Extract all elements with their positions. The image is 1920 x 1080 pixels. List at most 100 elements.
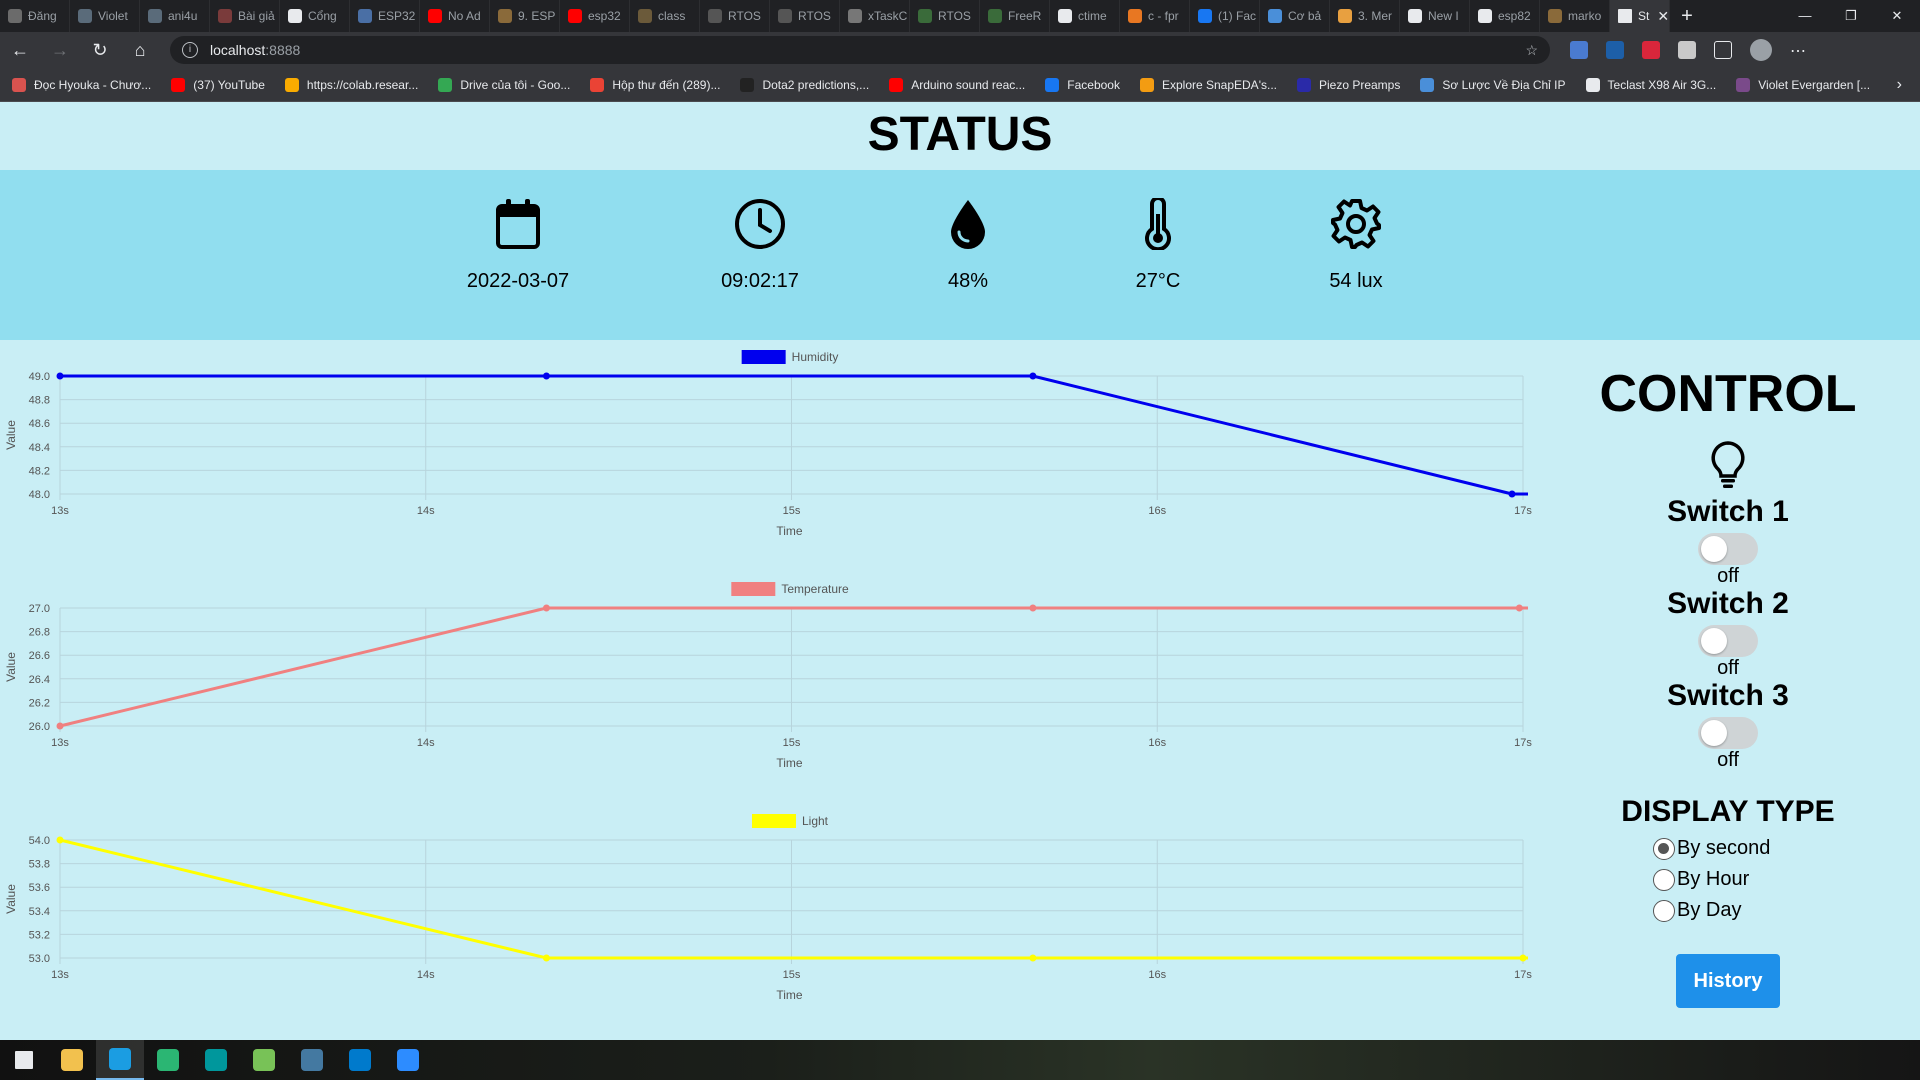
browser-tab[interactable]: ESP32 bbox=[350, 0, 420, 32]
legend-swatch[interactable] bbox=[751, 814, 796, 828]
translate-extension-icon[interactable] bbox=[1570, 41, 1588, 59]
taskbar-vscode[interactable] bbox=[336, 1040, 384, 1080]
data-point[interactable] bbox=[542, 372, 550, 380]
bookmark-item[interactable]: Explore SnapEDA's... bbox=[1139, 77, 1277, 92]
radio-button-checked[interactable] bbox=[1653, 837, 1675, 860]
bookmark-item[interactable]: (37) YouTube bbox=[171, 77, 265, 92]
history-button[interactable]: History bbox=[1676, 954, 1780, 1008]
legend-label[interactable]: Temperature bbox=[781, 582, 849, 596]
restore-button[interactable]: ❐ bbox=[1828, 0, 1874, 32]
bookmark-item[interactable]: Sơ Lược Về Địa Chỉ IP bbox=[1420, 77, 1566, 92]
browser-tab[interactable]: 9. ESP bbox=[490, 0, 560, 32]
temperature-chart: 27.0 26.8 26.6 26.4 26.2 26.013s 14s 15s 16s 17s T… bbox=[4, 582, 1532, 770]
browser-tab[interactable]: ani4u bbox=[140, 0, 210, 32]
browser-tab[interactable]: esp32 bbox=[560, 0, 630, 32]
forward-button[interactable]: → bbox=[40, 40, 80, 61]
bookmark-item[interactable]: Piezo Preamps bbox=[1296, 77, 1400, 92]
browser-tab[interactable]: Violet bbox=[70, 0, 140, 32]
profile-avatar[interactable] bbox=[1750, 39, 1772, 61]
bookmark-item[interactable]: https://colab.resear... bbox=[284, 77, 418, 92]
bookmark-item[interactable]: Đọc Hyouka - Chươ... bbox=[12, 77, 151, 92]
tab-active[interactable]: St ✕ bbox=[1610, 0, 1670, 32]
browser-tab[interactable]: Cơ bả bbox=[1260, 0, 1330, 32]
legend-label[interactable]: Humidity bbox=[792, 350, 839, 364]
radio-by-second[interactable]: By second bbox=[1653, 833, 1803, 864]
taskbar-android-studio[interactable] bbox=[240, 1040, 288, 1080]
browser-tab[interactable]: No Ad bbox=[420, 0, 490, 32]
reload-button[interactable]: ↻ bbox=[80, 40, 120, 61]
browser-tab[interactable]: esp82 bbox=[1470, 0, 1540, 32]
browser-tab[interactable]: xTaskC bbox=[840, 0, 910, 32]
j-extension-icon[interactable] bbox=[1606, 41, 1624, 59]
y-tick-label: 26.0 bbox=[29, 721, 50, 733]
browser-tab[interactable]: class bbox=[630, 0, 700, 32]
bookmark-item[interactable]: Dota2 predictions,... bbox=[740, 77, 869, 92]
bookmark-item[interactable]: Arduino sound reac... bbox=[889, 77, 1026, 92]
tab-label: marko bbox=[1568, 9, 1602, 23]
bookmark-favicon-icon bbox=[889, 77, 904, 92]
bookmark-item[interactable]: Facebook bbox=[1045, 77, 1120, 92]
taskbar-file-explorer[interactable] bbox=[48, 1040, 96, 1080]
more-menu-icon[interactable]: ⋯ bbox=[1790, 41, 1806, 60]
home-button[interactable]: ⌂ bbox=[120, 40, 160, 61]
taskbar-edge-browser[interactable] bbox=[96, 1040, 144, 1080]
minimize-button[interactable]: — bbox=[1782, 0, 1828, 32]
browser-tab[interactable]: RTOS bbox=[700, 0, 770, 32]
switch-3-toggle[interactable] bbox=[1698, 717, 1758, 749]
radio-button[interactable] bbox=[1653, 899, 1675, 922]
red-extension-icon[interactable] bbox=[1642, 41, 1660, 59]
url-input[interactable]: i localhost:8888 ☆ bbox=[170, 36, 1550, 64]
browser-tab-bar: Đăng Violet ani4u Bài giả Cổng ESP32 No Ad 9. E… bbox=[0, 0, 1920, 32]
browser-tab[interactable]: (1) Fac bbox=[1190, 0, 1260, 32]
data-point[interactable] bbox=[542, 604, 550, 612]
browser-tab[interactable]: Bài giả bbox=[210, 0, 280, 32]
bookmark-item[interactable]: Drive của tôi - Goo... bbox=[438, 77, 570, 92]
new-tab-button[interactable]: + bbox=[1670, 5, 1704, 28]
favorites-icon[interactable] bbox=[1714, 41, 1732, 59]
data-point[interactable] bbox=[56, 722, 64, 730]
data-point[interactable] bbox=[1029, 954, 1037, 962]
data-point[interactable] bbox=[542, 954, 550, 962]
data-point[interactable] bbox=[1029, 604, 1037, 612]
browser-tab[interactable]: ctime bbox=[1050, 0, 1120, 32]
notification-extension-icon[interactable] bbox=[1678, 41, 1696, 59]
legend-label[interactable]: Light bbox=[802, 814, 829, 828]
close-tab-icon[interactable]: ✕ bbox=[1657, 8, 1669, 25]
browser-tab[interactable]: FreeR bbox=[980, 0, 1050, 32]
switch-2-toggle[interactable] bbox=[1698, 625, 1758, 657]
browser-tab[interactable]: c - fpr bbox=[1120, 0, 1190, 32]
back-button[interactable]: ← bbox=[0, 40, 40, 61]
browser-tab[interactable]: RTOS bbox=[770, 0, 840, 32]
browser-tab[interactable]: New I bbox=[1400, 0, 1470, 32]
taskbar-mysql-workbench[interactable] bbox=[288, 1040, 336, 1080]
bookmark-label: Arduino sound reac... bbox=[911, 77, 1026, 92]
radio-by-hour[interactable]: By Hour bbox=[1653, 864, 1803, 895]
bookmark-item[interactable]: Teclast X98 Air 3G... bbox=[1585, 77, 1716, 92]
radio-by-day[interactable]: By Day bbox=[1653, 895, 1803, 926]
x-tick-label: 17s bbox=[1514, 505, 1532, 517]
taskbar-arduino-ide[interactable] bbox=[192, 1040, 240, 1080]
browser-tab[interactable]: Đăng bbox=[0, 0, 70, 32]
legend-swatch[interactable] bbox=[741, 350, 786, 364]
browser-tab[interactable]: RTOS bbox=[910, 0, 980, 32]
temperature-stat: 27°C bbox=[1058, 198, 1258, 293]
taskbar-zoom[interactable] bbox=[384, 1040, 432, 1080]
browser-tab[interactable]: 3. Mer bbox=[1330, 0, 1400, 32]
site-info-icon[interactable]: i bbox=[182, 42, 198, 58]
close-window-button[interactable]: ✕ bbox=[1874, 0, 1920, 32]
data-point[interactable] bbox=[1029, 372, 1037, 380]
bookmark-item[interactable]: Violet Evergarden [... bbox=[1736, 77, 1870, 92]
taskbar-app-green[interactable] bbox=[144, 1040, 192, 1080]
bookmark-star-icon[interactable]: ☆ bbox=[1525, 42, 1538, 59]
data-point[interactable] bbox=[56, 372, 64, 380]
radio-button[interactable] bbox=[1653, 868, 1675, 891]
data-point[interactable] bbox=[56, 836, 64, 844]
taskbar-start-button[interactable] bbox=[0, 1040, 48, 1080]
y-tick-label: 26.2 bbox=[29, 697, 50, 709]
browser-tab[interactable]: Cổng bbox=[280, 0, 350, 32]
switch-1-toggle[interactable] bbox=[1698, 533, 1758, 565]
browser-tab[interactable]: marko bbox=[1540, 0, 1610, 32]
bookmark-item[interactable]: Hộp thư đến (289)... bbox=[590, 77, 720, 92]
bookmarks-overflow-icon[interactable]: › bbox=[1897, 76, 1902, 94]
legend-swatch[interactable] bbox=[731, 582, 776, 596]
